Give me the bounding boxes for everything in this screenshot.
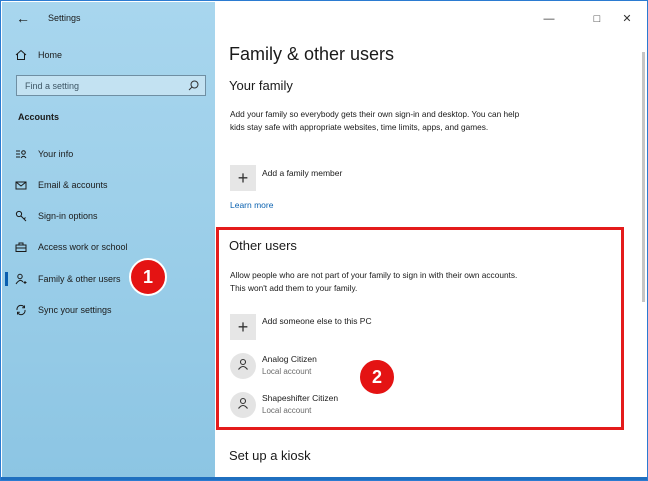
app-title: Settings [48, 13, 81, 23]
plus-icon: + [237, 167, 249, 188]
your-family-description: Add your family so everybody gets their … [230, 109, 520, 132]
sidebar: ← Settings Home Find a setting Accounts … [2, 2, 215, 480]
user-account-type: Local account [262, 406, 312, 415]
sidebar-item-label: Your info [38, 149, 74, 159]
search-icon [187, 79, 200, 92]
annotation-badge-2: 2 [358, 358, 396, 396]
home-icon [14, 48, 28, 62]
contact-card-icon [14, 147, 28, 161]
person-icon [237, 357, 249, 375]
your-family-heading: Your family [229, 78, 293, 93]
person-add-icon [14, 272, 28, 286]
minimize-icon[interactable]: — [542, 12, 556, 26]
kiosk-heading: Set up a kiosk [229, 448, 311, 463]
add-someone-else-label[interactable]: Add someone else to this PC [262, 316, 372, 326]
sidebar-item-home[interactable]: Home [2, 41, 215, 69]
search-placeholder: Find a setting [25, 81, 80, 91]
sidebar-item-label: Sign-in options [38, 211, 98, 221]
back-arrow-icon[interactable]: ← [12, 9, 34, 27]
user-avatar[interactable] [230, 353, 256, 379]
briefcase-icon [14, 240, 28, 254]
person-icon [237, 396, 249, 414]
annotation-badge-1: 1 [129, 258, 167, 296]
user-name[interactable]: Analog Citizen [262, 354, 317, 364]
add-someone-else-button[interactable]: + [230, 314, 256, 340]
sidebar-item-family-other-users[interactable]: Family & other users [2, 265, 215, 293]
sync-icon [14, 303, 28, 317]
maximize-icon[interactable]: □ [590, 12, 604, 26]
sidebar-item-sync-settings[interactable]: Sync your settings [2, 296, 215, 324]
plus-icon: + [237, 316, 249, 337]
settings-window: ← Settings Home Find a setting Accounts … [0, 0, 648, 481]
add-family-member-label[interactable]: Add a family member [262, 168, 342, 178]
learn-more-link[interactable]: Learn more [230, 200, 273, 210]
user-name[interactable]: Shapeshifter Citizen [262, 393, 338, 403]
sidebar-item-your-info[interactable]: Your info [2, 140, 215, 168]
user-avatar[interactable] [230, 392, 256, 418]
sidebar-item-sign-in-options[interactable]: Sign-in options [2, 202, 215, 230]
sidebar-item-label: Home [38, 50, 63, 60]
sidebar-item-label: Sync your settings [38, 305, 112, 315]
main-content: — □ ✕ Family & other users Your family A… [215, 2, 647, 480]
sidebar-item-label: Email & accounts [38, 180, 108, 190]
other-users-description: Allow people who are not part of your fa… [230, 270, 518, 293]
key-icon [14, 209, 28, 223]
sidebar-item-label: Family & other users [38, 274, 121, 284]
title-bar: ← Settings [2, 2, 215, 34]
sidebar-item-access-work-school[interactable]: Access work or school [2, 233, 215, 261]
sidebar-item-label: Access work or school [38, 242, 128, 252]
other-users-heading: Other users [229, 238, 297, 253]
sidebar-item-email-accounts[interactable]: Email & accounts [2, 171, 215, 199]
section-label: Accounts [18, 112, 60, 122]
scrollbar[interactable] [642, 52, 645, 302]
mail-icon [14, 178, 28, 192]
add-family-member-button[interactable]: + [230, 165, 256, 191]
search-input[interactable]: Find a setting [16, 75, 206, 96]
user-account-type: Local account [262, 367, 312, 376]
close-icon[interactable]: ✕ [620, 12, 634, 26]
desktop-strip [1, 477, 647, 480]
page-title: Family & other users [229, 44, 395, 64]
